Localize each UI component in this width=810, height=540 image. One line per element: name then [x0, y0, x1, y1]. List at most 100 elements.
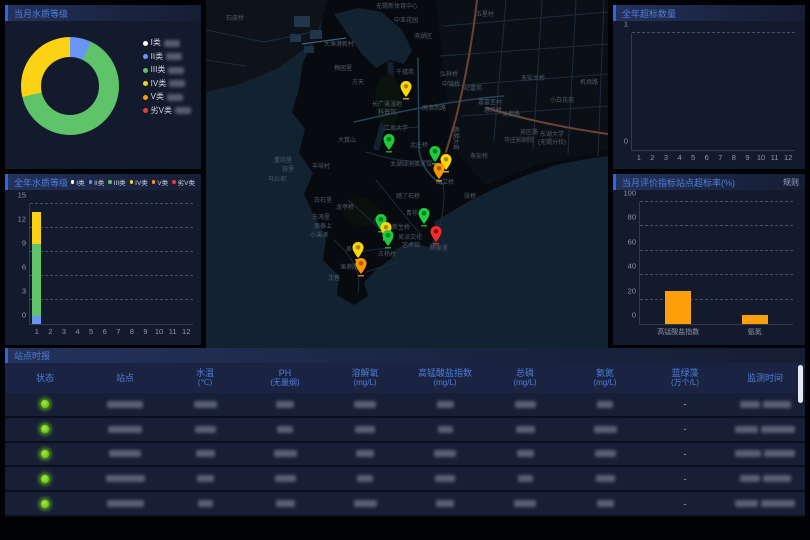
table-scrollbar[interactable]	[798, 365, 803, 403]
legend-item[interactable]: I类	[143, 39, 191, 47]
gridline	[632, 32, 795, 33]
panel-header: 全年超标数量	[613, 5, 805, 21]
rules-link[interactable]: 规则	[783, 177, 799, 188]
map-place-label: 嘉富圣村	[478, 98, 502, 106]
rate-bar[interactable]	[665, 291, 691, 324]
map-place-label: 方天	[352, 78, 364, 86]
censored-value	[194, 401, 217, 408]
map-place-label: 大渔港新村	[324, 40, 354, 48]
algae-value: -	[684, 449, 687, 459]
legend-item[interactable]: IV类	[143, 80, 191, 88]
map-place-label: 大箕山	[338, 136, 356, 144]
gridline	[30, 203, 193, 204]
map-building	[294, 16, 310, 27]
legend-item[interactable]: 劣V类	[143, 107, 191, 115]
censored-value	[597, 500, 614, 507]
table-cell	[405, 401, 485, 408]
algae-value: -	[684, 399, 687, 409]
table-cell	[485, 426, 565, 433]
table-cell	[405, 450, 485, 457]
legend-label: II类	[151, 53, 163, 61]
censored-value	[196, 450, 215, 457]
legend-item[interactable]: V类	[152, 177, 168, 187]
table-row[interactable]: -	[5, 418, 805, 443]
map-canvas[interactable]: 石皮桥无锡新体育中心中亚花园滨湖区五星村大渔港新村梅园里方天千禧苑弘祥桥中锦桥天…	[206, 0, 608, 348]
legend-label: 劣V类	[178, 177, 195, 187]
legend-item[interactable]: I类	[71, 177, 85, 187]
status-icon	[40, 474, 50, 484]
table-cell	[565, 450, 645, 457]
x-tick-label: 3	[62, 327, 66, 336]
map-place-label: 渔港路	[340, 263, 358, 271]
stacked-bar-segment[interactable]	[32, 244, 41, 316]
panel-annual-grade: 全年水质等级 I类II类III类IV类V类劣V类 036912151234567…	[5, 174, 201, 345]
column-unit: (mg/L)	[325, 378, 405, 388]
censored-value	[107, 401, 143, 408]
map-place-label: 重岗里	[274, 156, 292, 164]
map-place-label: 蠡湖大道	[452, 126, 460, 150]
table-row[interactable]: -	[5, 393, 805, 418]
table-cell	[5, 424, 85, 434]
stacked-bar-segment[interactable]	[32, 212, 41, 244]
rate-bar[interactable]	[742, 315, 768, 324]
censored-value	[514, 500, 536, 507]
x-tick-label: 8	[732, 153, 736, 162]
censored-value	[357, 475, 373, 482]
table-row[interactable]: -	[5, 467, 805, 492]
status-icon	[40, 424, 50, 434]
censored-value	[275, 475, 296, 482]
legend-item[interactable]: III类	[108, 177, 125, 187]
y-tick-label: 60	[628, 237, 636, 246]
censored-value	[354, 500, 377, 507]
map-place-label: 踏了石桥	[396, 192, 420, 200]
table-row[interactable]: -	[5, 492, 805, 517]
map-place-label: 中锦桥	[442, 80, 460, 88]
map-place-label: 梅园里	[334, 64, 352, 72]
table-cell	[165, 401, 245, 408]
map-panel[interactable]: 石皮桥无锡新体育中心中亚花园滨湖区五星村大渔港新村梅园里方天千禧苑弘祥桥中锦桥天…	[206, 0, 608, 348]
legend-item[interactable]: V类	[143, 93, 191, 101]
censored-value	[597, 401, 613, 408]
monthly-rate-chart: 020406080100高锰酸盐指数氨氮	[639, 202, 793, 325]
legend-dot-icon	[143, 95, 148, 100]
censored-value	[436, 500, 454, 507]
legend-label: IV类	[151, 80, 167, 88]
gridline	[640, 299, 793, 300]
panel-header: 当月水质等级	[5, 5, 201, 21]
column-name: 溶解氧	[325, 368, 405, 378]
table-header-cell: 高锰酸盐指数(mg/L)	[405, 368, 485, 388]
stacked-bar-segment[interactable]	[32, 316, 41, 324]
legend-item[interactable]: 劣V类	[172, 177, 195, 187]
legend-label: I类	[76, 177, 84, 187]
table-cell	[165, 450, 245, 457]
x-tick-label: 7	[718, 153, 722, 162]
column-unit: (mg/L)	[485, 378, 565, 388]
x-tick-label: 10	[155, 327, 163, 336]
map-place-label: 五星村	[476, 10, 494, 18]
column-unit: (mg/L)	[405, 378, 485, 388]
legend-dot-icon	[172, 180, 176, 184]
map-place-label: 容里	[282, 165, 294, 173]
table-cell	[245, 475, 325, 482]
map-place-label: 千禧苑	[396, 68, 414, 76]
legend-label: V类	[157, 177, 168, 187]
legend-item[interactable]: IV类	[130, 177, 148, 187]
legend-label: III类	[114, 177, 126, 187]
legend-item[interactable]: II类	[89, 177, 105, 187]
censored-value	[197, 475, 214, 482]
map-place-label: 弘祥桥	[440, 70, 458, 78]
legend-item[interactable]: II类	[143, 53, 191, 61]
table-row[interactable]: -	[5, 443, 805, 468]
legend-item[interactable]: III类	[143, 66, 191, 74]
gridline	[30, 227, 193, 228]
censored-value	[175, 107, 191, 114]
table-cell	[485, 500, 565, 507]
map-place-label: 薛家里	[430, 244, 448, 252]
x-tick-label: 7	[116, 327, 120, 336]
gridline	[640, 225, 793, 226]
censored-value	[107, 500, 144, 507]
table-header-cell: 监测时间	[725, 373, 805, 383]
table-cell	[405, 426, 485, 433]
x-tick-label: 4	[75, 327, 79, 336]
censored-value	[169, 80, 185, 87]
